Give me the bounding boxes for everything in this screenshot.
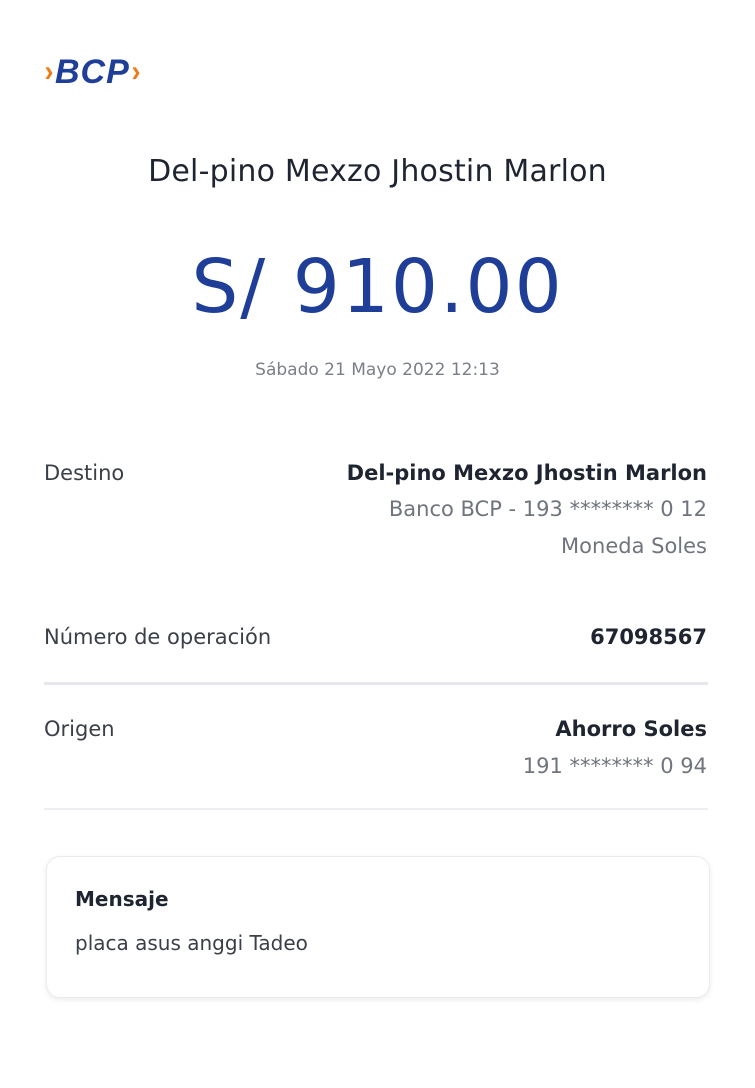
logo-left-chevron-icon: › — [44, 55, 54, 88]
destino-account: Banco BCP - 193 ******** 0 12 — [388, 497, 707, 521]
operacion-number: 67098567 — [590, 625, 707, 649]
origen-label: Origen — [44, 717, 115, 741]
destino-currency: Moneda Soles — [561, 534, 707, 558]
divider — [44, 808, 708, 810]
destino-name: Del-pino Mexzo Jhostin Marlon — [346, 461, 707, 485]
destino-label: Destino — [44, 461, 125, 485]
operacion-label: Número de operación — [44, 625, 272, 649]
recipient-name-title: Del-pino Mexzo Jhostin Marlon — [148, 154, 607, 189]
logo-text: BCP — [55, 53, 130, 91]
logo-right-chevron-icon: › — [131, 55, 141, 88]
message-card: Mensaje placa asus anggi Tadeo — [46, 856, 710, 998]
origen-account: 191 ******** 0 94 — [522, 754, 707, 778]
transfer-amount: S/ 910.00 — [191, 244, 564, 330]
transfer-datetime: Sábado 21 Mayo 2022 12:13 — [255, 360, 500, 380]
message-title: Mensaje — [75, 887, 169, 911]
bcp-logo: › BCP › — [44, 54, 141, 90]
message-body: placa asus anggi Tadeo — [75, 931, 308, 955]
origen-account-type: Ahorro Soles — [555, 717, 707, 741]
divider — [44, 682, 708, 685]
